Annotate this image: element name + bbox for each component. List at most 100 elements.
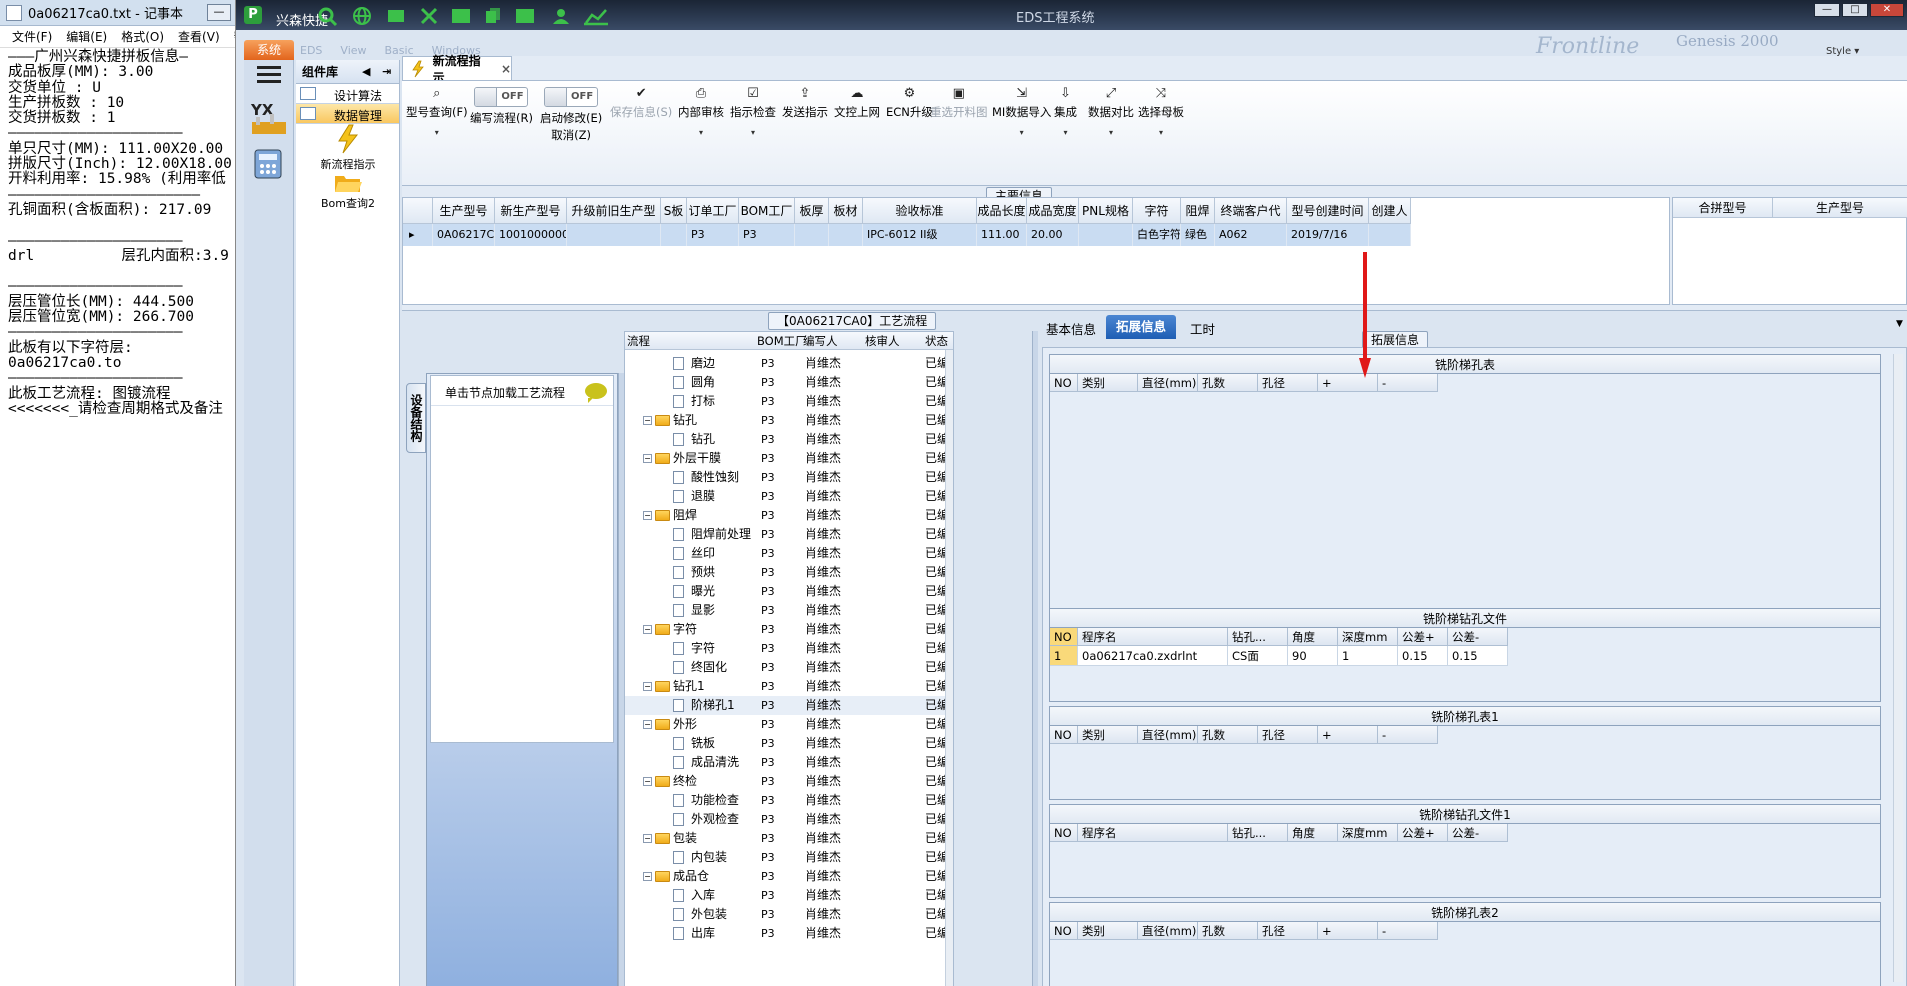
column-header[interactable]: 流程 [627, 333, 650, 349]
maximize-button[interactable]: □ [1842, 3, 1868, 17]
column-header[interactable]: + [1318, 922, 1378, 940]
tree-row[interactable]: −成品仓P3肖维杰已编写 [625, 867, 953, 886]
grid-cell[interactable]: 绿色 [1181, 224, 1215, 246]
factory-icon[interactable]: YX [250, 100, 288, 138]
tab-extended-info[interactable]: 拓展信息 [1106, 315, 1176, 339]
column-header[interactable]: PNL规格 [1079, 198, 1133, 224]
column-header[interactable]: 新生产型号 [495, 198, 567, 224]
collapse-icon[interactable]: − [643, 777, 652, 786]
column-header[interactable]: S板 [661, 198, 687, 224]
column-header[interactable]: - [1378, 922, 1438, 940]
tree-row[interactable]: 显影P3肖维杰已编写 [625, 601, 953, 620]
column-header[interactable]: BOM工厂 [757, 333, 807, 349]
column-header[interactable]: 角度 [1288, 628, 1338, 646]
ribbon-tab[interactable]: View [340, 44, 366, 57]
tree-row[interactable]: 丝印P3肖维杰已编写 [625, 544, 953, 563]
column-header[interactable]: 深度mm [1338, 628, 1398, 646]
tree-row[interactable]: 阶梯孔1P3肖维杰已编写 [625, 696, 953, 715]
column-header[interactable]: 程序名 [1078, 824, 1228, 842]
grid-cell[interactable]: P3 [687, 224, 739, 246]
notepad-text-area[interactable]: ———广州兴森快捷拼板信息— 成品板厚(MM): 3.00 交货单位 : U 生产拼板… [0, 48, 235, 417]
tree-row[interactable]: 酸性蚀刻P3肖维杰已编写 [625, 468, 953, 487]
notepad-titlebar[interactable]: 0a06217ca0.txt - 记事本 — [0, 0, 235, 26]
grid-cell[interactable] [661, 224, 687, 246]
collapse-icon[interactable]: − [643, 511, 652, 520]
collapse-icon[interactable]: − [643, 834, 652, 843]
tree-row[interactable]: 钻孔P3肖维杰已编写 [625, 430, 953, 449]
integrate-button[interactable]: ⇩ 集成 ▾ [1054, 87, 1077, 138]
dropdown-arrow-icon[interactable]: ▾ [406, 128, 468, 137]
chevron-down-icon[interactable]: ▼ [1896, 319, 1903, 329]
cancel-button[interactable]: 取消(Z) [540, 127, 602, 143]
table-cell[interactable]: 0.15 [1448, 646, 1508, 666]
column-header[interactable]: 孔径 [1258, 922, 1318, 940]
menu-file[interactable]: 文件(F) [12, 28, 52, 45]
menu-format[interactable]: 格式(O) [121, 28, 164, 45]
send-instruction-button[interactable]: ⇪ 发送指示 [782, 87, 828, 120]
grid-cell[interactable]: P3 [739, 224, 795, 246]
tree-row[interactable]: −钻孔P3肖维杰已编写 [625, 411, 953, 430]
column-header[interactable]: + [1318, 726, 1378, 744]
table-cell[interactable]: 90 [1288, 646, 1338, 666]
pin-icon[interactable]: ⇥ [382, 65, 391, 78]
doc-control-online-button[interactable]: ☁ 文控上网 [834, 87, 880, 120]
column-header[interactable]: NO [1050, 374, 1078, 392]
column-header[interactable]: 类别 [1078, 374, 1138, 392]
minimize-button[interactable]: — [207, 4, 231, 21]
toggle-switch[interactable]: OFF [474, 87, 529, 107]
column-header[interactable]: 升级前旧生产型号 [567, 198, 661, 244]
grid-cell[interactable]: A062 [1215, 224, 1287, 246]
grid-cell[interactable] [829, 224, 863, 246]
table-cell[interactable]: 0.15 [1398, 646, 1448, 666]
column-header[interactable]: 成品宽度 [1027, 198, 1079, 224]
grid-cell[interactable]: 白色字符 [1133, 224, 1181, 246]
column-header[interactable]: 验收标准 [863, 198, 977, 224]
column-header[interactable]: 核审人 [865, 333, 900, 349]
grid-cell[interactable]: 20.00 [1027, 224, 1079, 246]
hamburger-menu-icon[interactable] [257, 64, 281, 84]
tab-basic-info[interactable]: 基本信息 [1046, 319, 1096, 338]
tree-row[interactable]: −阻焊P3肖维杰已编写 [625, 506, 953, 525]
column-header[interactable]: 孔数 [1198, 922, 1258, 940]
ribbon-tab[interactable]: EDS [300, 44, 322, 57]
column-header[interactable]: - [1378, 374, 1438, 392]
tree-row[interactable]: 外观检查P3肖维杰已编写 [625, 810, 953, 829]
column-header[interactable]: NO [1050, 824, 1078, 842]
column-header[interactable]: 生产型号 [433, 198, 495, 224]
column-header[interactable]: - [1378, 726, 1438, 744]
table-cell[interactable]: 1 [1338, 646, 1398, 666]
column-header[interactable]: 类别 [1078, 922, 1138, 940]
instruction-check-button[interactable]: ☑ 指示检查 ▾ [730, 87, 776, 138]
column-header[interactable]: 孔径 [1258, 374, 1318, 392]
write-process-toggle[interactable]: OFF 编写流程(R) [470, 87, 533, 126]
dropdown-arrow-icon[interactable]: ▾ [1088, 128, 1134, 137]
column-header[interactable]: 角度 [1288, 824, 1338, 842]
tool-bom-query[interactable]: Bom查询2 [296, 170, 400, 211]
enable-edit-toggle[interactable]: OFF 启动修改(E) 取消(Z) [540, 87, 602, 143]
grid-cell[interactable] [1079, 224, 1133, 246]
ecn-upgrade-button[interactable]: ⚙ ECN升级 [886, 87, 933, 120]
speech-bubble-icon[interactable] [585, 383, 607, 403]
tree-row[interactable]: 字符P3肖维杰已编写 [625, 639, 953, 658]
column-header[interactable]: 公差+ [1398, 824, 1448, 842]
tab-working-hours[interactable]: 工时 [1190, 319, 1215, 338]
column-header[interactable]: 字符 [1133, 198, 1181, 224]
column-header[interactable]: NO [1050, 628, 1078, 646]
grid-cell[interactable]: IPC-6012 II级 [863, 224, 977, 246]
column-header[interactable]: 合拼型号 [1673, 198, 1773, 218]
tree-row[interactable]: 预烘P3肖维杰已编写 [625, 563, 953, 582]
tree-row[interactable]: 铣板P3肖维杰已编写 [625, 734, 953, 753]
tree-row[interactable]: −字符P3肖维杰已编写 [625, 620, 953, 639]
tree-row[interactable]: 内包装P3肖维杰已编写 [625, 848, 953, 867]
column-header[interactable]: 状态 [925, 333, 948, 349]
dropdown-arrow-icon[interactable]: ▾ [1054, 128, 1077, 137]
column-header[interactable]: 生产型号 [1773, 198, 1907, 218]
tab-equipment-structure[interactable]: 设备结构 [406, 383, 426, 453]
tab-new-process-instruction[interactable]: 新流程指示 × [402, 54, 512, 85]
column-header[interactable]: 钻孔... [1228, 824, 1288, 842]
column-header[interactable]: 终端客户代码 [1215, 198, 1287, 244]
close-button[interactable]: ✕ [1870, 3, 1904, 17]
column-header[interactable]: NO [1050, 726, 1078, 744]
collapse-icon[interactable]: − [643, 872, 652, 881]
select-master-board-button[interactable]: ⤨ 选择母板 ▾ [1138, 87, 1184, 138]
